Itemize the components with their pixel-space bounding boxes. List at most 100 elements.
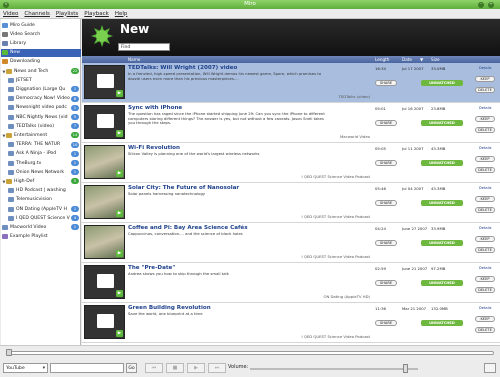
delete-button[interactable]: DELETE [475, 327, 495, 333]
details-link[interactable]: Details [479, 106, 491, 110]
maximize-icon[interactable]: + [488, 1, 494, 8]
sidebar-item[interactable]: TEDTalks (video) 7 [1, 122, 81, 130]
details-link[interactable]: Details [479, 306, 491, 310]
delete-button[interactable]: DELETE [475, 247, 495, 253]
sidebar-item[interactable]: Video Search [1, 30, 81, 38]
keep-button[interactable]: KEEP [475, 116, 495, 122]
column-name[interactable]: Name [128, 56, 140, 63]
video-thumbnail[interactable]: ▶ [84, 305, 125, 339]
delete-button[interactable]: DELETE [475, 167, 495, 173]
menu-playback[interactable]: Playback [84, 11, 109, 17]
search-input[interactable]: Find [118, 43, 170, 51]
keep-button[interactable]: KEEP [475, 316, 495, 322]
video-row[interactable]: ▶ Coffee and Pi: Bay Area Science Cafés Ca… [82, 223, 500, 263]
sidebar-item[interactable]: Democracy Now! Video 8 [1, 95, 81, 103]
delete-button[interactable]: DELETE [475, 127, 495, 133]
sidebar-item[interactable]: TERRA: THE NATUR 10 [1, 141, 81, 149]
column-date[interactable]: Date [402, 56, 412, 63]
play-icon[interactable]: ▶ [116, 250, 123, 257]
play-icon[interactable]: ▶ [187, 363, 205, 373]
stop-icon[interactable]: ■ [166, 363, 184, 373]
menu-playlists[interactable]: Playlists [56, 11, 78, 17]
video-row[interactable]: ▶ The "Pre-Date" Andrea shows you how to s… [82, 263, 500, 303]
video-row[interactable]: ▶ Green Building Revolution Save the world… [82, 303, 500, 343]
sidebar-item[interactable]: I QED QUEST Science V4 [1, 214, 81, 222]
play-icon[interactable]: ▶ [116, 330, 123, 337]
sidebar-item[interactable]: ▼ High-Def 5 [1, 177, 81, 185]
video-row[interactable]: ▶ Wi-Fi Revolution Silicon Valley is plann… [82, 143, 500, 183]
details-link[interactable]: Details [479, 146, 491, 150]
details-link[interactable]: Details [479, 186, 491, 190]
sidebar-item[interactable]: Macworld Video 1 [1, 223, 81, 231]
progress-track[interactable] [6, 351, 494, 355]
delete-button[interactable]: DELETE [475, 207, 495, 213]
share-button[interactable]: SHARE [375, 160, 397, 166]
sidebar-item[interactable]: Telemusicvision [1, 196, 81, 204]
keep-button[interactable]: KEEP [475, 276, 495, 282]
sidebar-item[interactable]: Example Playlist [1, 233, 81, 241]
video-thumbnail[interactable]: ▶ [84, 145, 125, 179]
keep-button[interactable]: KEEP [475, 236, 495, 242]
sidebar-item[interactable]: NBC Nightly News (vid 5 [1, 113, 81, 121]
play-icon[interactable]: ▶ [116, 130, 123, 137]
column-size[interactable]: Size [431, 56, 440, 63]
menu-channels[interactable]: Channels [24, 11, 49, 17]
video-size: 33.9MB [431, 226, 446, 231]
sidebar-item[interactable]: Ask A Ninja - iPod 1 [1, 150, 81, 158]
sidebar-item[interactable]: Downloading [1, 58, 81, 66]
video-row[interactable]: ▶ Sync with iPhone The question has raged … [82, 103, 500, 143]
keep-button[interactable]: KEEP [475, 156, 495, 162]
volume-track[interactable] [250, 368, 418, 370]
play-icon[interactable]: ▶ [116, 210, 123, 217]
sidebar-item[interactable]: Onion News Network 1 [1, 168, 81, 176]
play-icon[interactable]: ▶ [116, 90, 123, 97]
video-thumbnail[interactable]: ▶ [84, 185, 125, 219]
details-link[interactable]: Details [479, 66, 491, 70]
progress-handle[interactable] [6, 349, 12, 356]
video-thumbnail[interactable]: ▶ [84, 65, 125, 99]
share-button[interactable]: SHARE [375, 320, 397, 326]
go-button[interactable]: Go [126, 363, 137, 373]
sidebar-item[interactable]: Newsnight video podc 1 [1, 104, 81, 112]
sidebar-item[interactable]: ▼ News and Tech 22 [1, 67, 81, 75]
delete-button[interactable]: DELETE [475, 87, 495, 93]
sidebar-item[interactable]: New [1, 48, 81, 57]
video-thumbnail[interactable]: ▶ [84, 105, 125, 139]
fullscreen-icon[interactable] [484, 363, 496, 373]
sidebar-item[interactable]: Library [1, 39, 81, 47]
video-thumbnail[interactable]: ▶ [84, 225, 125, 259]
details-link[interactable]: Details [479, 266, 491, 270]
video-search-input[interactable] [50, 363, 124, 373]
video-row[interactable]: ▶ Solar City: The Future of Nanosolar Sola… [82, 183, 500, 223]
sidebar-item[interactable]: Miro Guide [1, 21, 81, 29]
sidebar-item[interactable]: Diggnation (Large Qu 1 [1, 85, 81, 93]
video-row[interactable]: ▶ TEDTalks: Will Wright (2007) video In a … [82, 63, 500, 103]
play-icon[interactable]: ▶ [116, 170, 123, 177]
share-button[interactable]: SHARE [375, 280, 397, 286]
sidebar-item[interactable]: HD Podcast | washing [1, 187, 81, 195]
menu-video[interactable]: Video [3, 11, 18, 17]
keep-button[interactable]: KEEP [475, 76, 495, 82]
share-button[interactable]: SHARE [375, 200, 397, 206]
video-thumbnail[interactable]: ▶ [84, 265, 125, 299]
sidebar-item[interactable]: JETSET [1, 76, 81, 84]
sidebar-item-label: Entertainment [14, 132, 48, 138]
sidebar-item[interactable]: ▼ Entertainment 14 [1, 131, 81, 139]
sidebar-item[interactable]: TheBurg.tv 1 [1, 159, 81, 167]
previous-icon[interactable]: ⏮ [145, 363, 163, 373]
close-icon[interactable]: × [3, 1, 9, 8]
minimize-icon[interactable]: – [478, 1, 484, 8]
column-length[interactable]: Length [375, 56, 389, 63]
menu-help[interactable]: Help [115, 11, 128, 17]
share-button[interactable]: SHARE [375, 120, 397, 126]
sidebar-item[interactable]: ON Dating (AppleTV H 1 [1, 205, 81, 213]
search-engine-select[interactable]: YouTube ▾ [3, 363, 48, 373]
play-icon[interactable]: ▶ [116, 290, 123, 297]
next-icon[interactable]: ⏭ [208, 363, 226, 373]
volume-handle[interactable] [402, 364, 408, 373]
keep-button[interactable]: KEEP [475, 196, 495, 202]
share-button[interactable]: SHARE [375, 240, 397, 246]
share-button[interactable]: SHARE [375, 80, 397, 86]
delete-button[interactable]: DELETE [475, 287, 495, 293]
details-link[interactable]: Details [479, 226, 491, 230]
